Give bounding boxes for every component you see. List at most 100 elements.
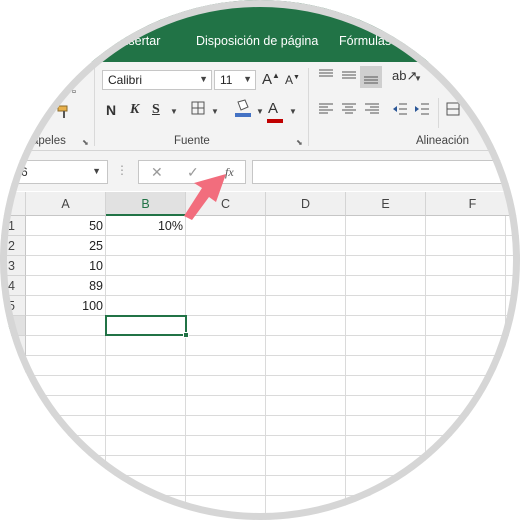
borders-button[interactable] (190, 100, 206, 119)
active-cell-b6[interactable] (105, 315, 187, 336)
decrease-indent-button[interactable] (392, 102, 408, 119)
row-header-2[interactable]: 2 (0, 236, 26, 256)
wrap-text-icon (446, 102, 460, 116)
font-color-label: A (268, 100, 279, 117)
cancel-icon[interactable]: ✕ (151, 164, 163, 181)
gridline (265, 216, 266, 520)
borders-icon (191, 101, 205, 115)
magnifier-view: Insertar Disposición de página Fórmulas … (0, 0, 520, 520)
ribbon-tab-bar: Insertar Disposición de página Fórmulas (0, 0, 520, 62)
tab-formulas[interactable]: Fórmulas (339, 34, 391, 48)
cell-a2[interactable]: 25 (26, 236, 106, 256)
fill-color-dropdown-icon[interactable]: ▼ (256, 107, 264, 116)
align-bottom-icon (364, 76, 378, 84)
underline-button[interactable]: S (152, 102, 160, 118)
align-center-button[interactable] (341, 102, 357, 119)
underline-dropdown-icon[interactable]: ▼ (170, 107, 178, 116)
column-header-b[interactable]: B (106, 192, 186, 216)
shrink-font-button[interactable]: A▼ (285, 73, 300, 87)
cell-a5[interactable]: 100 (26, 296, 106, 316)
format-painter-icon[interactable] (56, 104, 72, 123)
tab-disposicion-pagina[interactable]: Disposición de página (196, 34, 318, 48)
grow-font-label: A (262, 71, 273, 88)
increase-indent-button[interactable] (414, 102, 430, 119)
name-box[interactable]: 6 ▼ (0, 160, 108, 184)
align-left-button[interactable] (318, 102, 334, 119)
align-center-icon (342, 103, 356, 114)
grow-font-button[interactable]: A▲ (262, 71, 280, 88)
gridline (185, 216, 186, 520)
ribbon-separator (438, 98, 439, 128)
gridline (345, 216, 346, 520)
align-bottom-button[interactable] (360, 66, 382, 88)
align-right-button[interactable] (364, 102, 380, 119)
gridline (26, 335, 520, 336)
align-top-button[interactable] (318, 68, 334, 85)
gridline (26, 355, 520, 356)
bold-button[interactable]: N (106, 102, 116, 118)
screenshot-stage: Insertar Disposición de página Fórmulas … (0, 0, 520, 520)
font-size-value: 11 (220, 73, 233, 87)
column-header-f[interactable]: F (426, 192, 520, 216)
cell-a4[interactable]: 89 (26, 276, 106, 296)
copy-icon[interactable]: ▫ (72, 86, 76, 98)
font-launcher-icon[interactable]: ⬊ (296, 138, 303, 147)
cell-a3[interactable]: 10 (26, 256, 106, 276)
worksheet-grid: A B C D E F 1 2 3 4 5 6 50 25 10 89 100 … (0, 192, 520, 520)
align-middle-button[interactable] (341, 68, 357, 85)
gridline (26, 375, 520, 376)
increase-indent-icon (415, 103, 429, 115)
cell-a1[interactable]: 50 (26, 216, 106, 236)
tab-insertar[interactable]: Insertar (118, 34, 160, 48)
shrink-font-label: A (285, 73, 294, 87)
row-header-3[interactable]: 3 (0, 256, 26, 276)
column-header-a[interactable]: A (26, 192, 106, 216)
row-header-5[interactable]: 5 (0, 296, 26, 316)
column-header-d[interactable]: D (266, 192, 346, 216)
font-name-value: Calibri (108, 73, 143, 87)
borders-dropdown-icon[interactable]: ▼ (211, 107, 219, 116)
clipboard-launcher-icon[interactable]: ⬊ (82, 138, 89, 147)
align-left-icon (319, 103, 333, 114)
gridline (26, 455, 520, 456)
fill-handle[interactable] (183, 332, 189, 338)
font-size-select[interactable]: 11 ▼ (214, 70, 256, 90)
font-name-select[interactable]: Calibri ▼ (102, 70, 212, 90)
align-right-icon (365, 103, 379, 114)
gridline (425, 216, 426, 520)
ribbon-separator (94, 68, 95, 146)
arrow-icon (184, 174, 226, 220)
gridline (26, 475, 520, 476)
formula-bar: 6 ▼ ⋮ ✕ ✓ fx (0, 151, 520, 191)
font-color-swatch (267, 119, 283, 123)
ribbon-separator (308, 68, 309, 146)
fill-color-button[interactable] (234, 98, 252, 121)
name-box-value: 6 (21, 165, 28, 179)
align-middle-icon (342, 71, 356, 79)
chevron-down-icon: ▼ (199, 74, 208, 84)
column-header-e[interactable]: E (346, 192, 426, 216)
gridline (26, 415, 520, 416)
resize-handle-icon[interactable]: ⋮ (116, 163, 128, 177)
gridline (26, 435, 520, 436)
cell-b1[interactable]: 10% (106, 216, 186, 236)
wrap-text-button[interactable] (446, 102, 460, 119)
gridline (26, 495, 520, 496)
ribbon-home: ▫ apeles ⬊ Calibri ▼ 11 ▼ A▲ A▼ N K S ▼ … (0, 62, 520, 151)
align-top-icon (319, 69, 333, 77)
font-group-label: Fuente (174, 135, 210, 147)
chevron-down-icon: ▼ (92, 166, 101, 176)
paint-bucket-icon (235, 99, 251, 117)
formula-input[interactable] (252, 160, 520, 184)
row-header-6[interactable]: 6 (0, 316, 26, 336)
chevron-down-icon: ▼ (243, 74, 252, 84)
decrease-indent-icon (393, 103, 407, 115)
italic-button[interactable]: K (130, 102, 139, 118)
font-color-dropdown-icon[interactable]: ▼ (289, 107, 297, 116)
row-header-1[interactable]: 1 (0, 216, 26, 236)
orientation-dropdown-icon[interactable]: ▼ (414, 74, 422, 83)
font-color-button[interactable]: A (267, 100, 283, 123)
select-all-corner[interactable] (0, 192, 26, 216)
gridline (26, 395, 520, 396)
row-header-4[interactable]: 4 (0, 276, 26, 296)
